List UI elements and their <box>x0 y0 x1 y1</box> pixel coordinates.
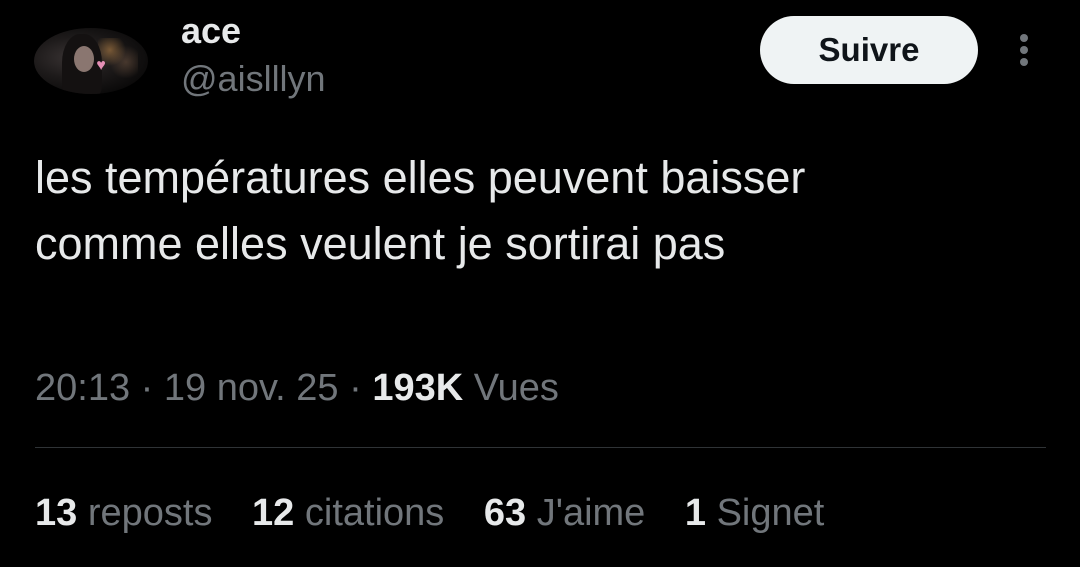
tweet-card: ♥ ace @aislllyn Suivre les températures … <box>0 0 1080 567</box>
reposts-count: 13 <box>35 492 78 534</box>
quotes-stat[interactable]: 12 citations <box>252 489 444 537</box>
reposts-label: reposts <box>87 492 213 534</box>
tweet-text-line-1: les températures elles peuvent baisser <box>35 152 806 203</box>
likes-label: J'aime <box>536 492 646 534</box>
tweet-time[interactable]: 20:13 <box>35 367 130 409</box>
views-label: Vues <box>473 367 559 409</box>
follow-button[interactable]: Suivre <box>760 16 978 84</box>
tweet-stats: 13 reposts 12 citations 63 J'aime 1 Sign… <box>35 489 853 537</box>
meta-separator: · <box>140 367 154 409</box>
heart-icon: ♥ <box>96 57 106 74</box>
bookmarks-count: 1 <box>684 492 707 534</box>
tweet-text: les températures elles peuvent baisser co… <box>35 145 1045 277</box>
user-handle[interactable]: @aislllyn <box>181 58 326 100</box>
likes-count: 63 <box>483 492 527 534</box>
avatar[interactable]: ♥ <box>34 28 148 94</box>
bookmarks-stat[interactable]: 1 Signet <box>685 489 824 537</box>
tweet-text-line-2: comme elles veulent je sortirai pas <box>35 218 726 269</box>
meta-separator: · <box>349 367 362 409</box>
reposts-stat[interactable]: 13 reposts <box>35 489 212 537</box>
quotes-count: 12 <box>252 492 295 534</box>
bookmarks-label: Signet <box>716 492 825 534</box>
quotes-label: citations <box>304 492 445 534</box>
views-count: 193K <box>372 367 464 409</box>
likes-stat[interactable]: 63 J'aime <box>484 489 645 537</box>
tweet-date[interactable]: 19 nov. 25 <box>164 367 339 409</box>
more-vertical-icon[interactable] <box>1008 30 1040 70</box>
display-name[interactable]: ace <box>181 10 241 52</box>
divider <box>35 447 1046 448</box>
tweet-meta: 20:13 · 19 nov. 25 · 193K Vues <box>35 364 559 412</box>
